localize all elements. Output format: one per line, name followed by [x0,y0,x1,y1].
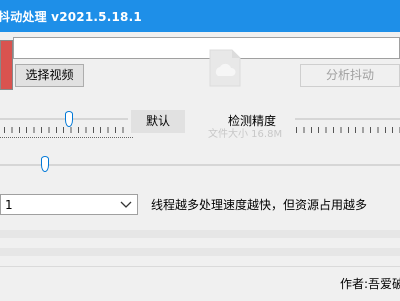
video-path-input[interactable] [13,37,400,59]
analyze-shake-button[interactable]: 分析抖动 [300,64,400,87]
stabilize-slider-thumb[interactable] [65,111,73,127]
second-slider-thumb[interactable] [41,156,49,172]
window-title: 抖动处理 v2021.5.18.1 [0,10,142,24]
thread-count-value: 1 [5,198,13,212]
select-video-button[interactable]: 选择视频 [15,64,84,87]
focus-rectangle [0,137,133,138]
stabilize-slider-track[interactable] [0,118,128,120]
second-slider-track[interactable] [0,164,400,166]
thread-hint-label: 线程越多处理速度越快，但资源占用越多 [151,198,368,212]
stabilize-slider-ticks [4,127,128,133]
detect-precision-slider-track[interactable] [295,118,400,120]
cloud-file-icon [209,49,241,87]
progress-band [0,230,400,238]
author-label: 作者:吾爱破 [340,277,400,291]
thread-count-select[interactable]: 1 [0,194,138,215]
default-button[interactable]: 默认 [131,110,185,133]
file-size-label: 文件大小 16.8M [208,129,283,140]
title-bar: 抖动处理 v2021.5.18.1 [0,0,400,32]
detect-precision-slider-ticks [296,127,400,133]
progress-band-2 [0,248,400,256]
status-bar: 作者:吾爱破 [0,266,400,301]
video-thumbnail [0,40,13,90]
chevron-down-icon [120,201,132,208]
